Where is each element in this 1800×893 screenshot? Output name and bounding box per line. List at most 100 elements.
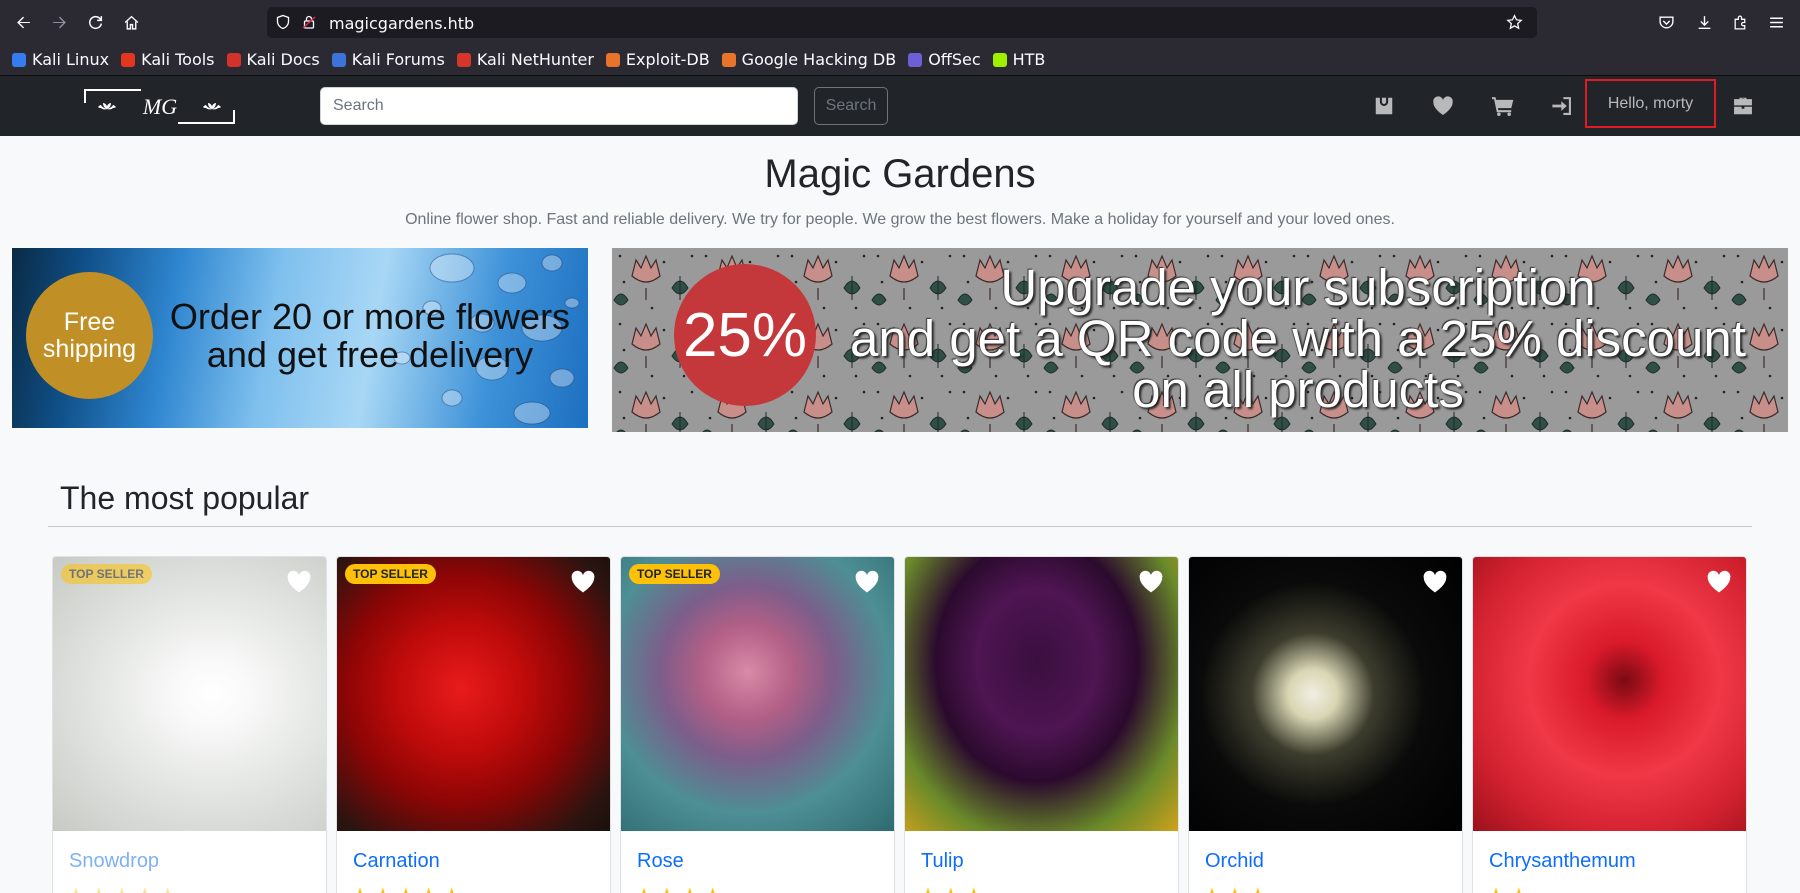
product-image[interactable] [1473, 557, 1746, 831]
back-icon[interactable] [9, 8, 37, 36]
sign-in-icon[interactable] [1550, 94, 1574, 118]
subscription-text-line1: Upgrade your subscription [1000, 259, 1596, 316]
heart-icon[interactable] [1138, 570, 1164, 594]
bag-icon[interactable] [1372, 94, 1396, 118]
bookmark-favicon-icon [331, 52, 346, 67]
product-card[interactable]: Orchid ★★★ [1188, 556, 1463, 893]
bookmark-item[interactable]: OffSec [908, 50, 981, 69]
pocket-icon[interactable] [1655, 11, 1677, 33]
rating-stars: ★★★★★ [351, 883, 466, 893]
page-subtitle: Online flower shop. Fast and reliable de… [405, 211, 1395, 228]
bookmark-label: Kali Forums [351, 50, 445, 69]
bookmark-item[interactable]: HTB [992, 50, 1046, 69]
bookmark-item[interactable]: Kali Linux [12, 50, 109, 69]
bookmark-item[interactable]: Kali Forums [331, 50, 445, 69]
site-navbar: MG Search Hello, morty [0, 76, 1800, 136]
bookmark-favicon-icon [721, 52, 736, 67]
bookmark-favicon-icon [908, 52, 923, 67]
bookmark-favicon-icon [12, 52, 26, 67]
rating-stars: ★★★★★ [67, 883, 182, 893]
search-input[interactable] [320, 87, 798, 125]
bookmark-favicon-icon [226, 52, 241, 67]
browser-toolbar: magicgardens.htb [0, 0, 1800, 44]
bookmark-favicon-icon [992, 52, 1007, 67]
bookmark-star-icon[interactable] [1506, 14, 1523, 31]
free-shipping-text-line2: and get free delivery [206, 333, 534, 375]
bookmark-favicon-icon [456, 52, 471, 67]
product-name[interactable]: Carnation [353, 850, 440, 873]
section-title-popular: The most popular [60, 480, 310, 516]
extensions-icon[interactable] [1729, 11, 1751, 33]
subscription-text-line2: and get a QR code with a 25% discount [850, 310, 1746, 367]
heart-icon[interactable] [1422, 570, 1448, 594]
bookmark-item[interactable]: Exploit-DB [605, 50, 710, 69]
bookmark-favicon-icon [121, 52, 136, 67]
product-image[interactable] [53, 557, 326, 831]
bookmark-item[interactable]: Google Hacking DB [721, 50, 897, 69]
menu-icon[interactable] [1765, 11, 1787, 33]
forward-icon[interactable] [45, 8, 73, 36]
lock-icon[interactable] [301, 14, 317, 30]
bookmark-label: OffSec [928, 50, 981, 69]
heart-icon[interactable] [1706, 570, 1732, 594]
free-shipping-text-line1: Order 20 or more flowers [169, 296, 571, 337]
heart-icon[interactable] [1431, 94, 1455, 118]
section-divider [48, 526, 1752, 527]
rating-stars: ★★★ [919, 883, 988, 893]
product-name[interactable]: Orchid [1205, 850, 1264, 873]
heart-icon[interactable] [854, 570, 880, 594]
downloads-icon[interactable] [1693, 11, 1715, 33]
bookmarks-bar: Kali Linux Kali Tools Kali Docs Kali Forums… [0, 44, 1800, 76]
bookmark-label: HTB [1012, 50, 1046, 69]
heart-icon[interactable] [570, 570, 596, 594]
product-card[interactable]: TOP SELLER Carnation ★★★★★ [336, 556, 611, 893]
heart-icon[interactable] [286, 570, 312, 594]
bookmark-favicon-icon [605, 52, 620, 67]
bookmark-label: Kali Docs [246, 50, 320, 69]
logo-text: MG [142, 94, 177, 119]
search-button[interactable]: Search [814, 87, 888, 125]
bookmark-label: Kali NetHunter [476, 50, 594, 69]
product-image[interactable] [1189, 557, 1462, 831]
bookmark-label: Kali Tools [141, 50, 215, 69]
rating-stars: ★★★ [1203, 883, 1272, 893]
product-name[interactable]: Rose [637, 850, 684, 873]
rating-stars: ★★ [1487, 883, 1533, 893]
bookmark-label: Exploit-DB [625, 50, 710, 69]
page-title: Magic Gardens [764, 152, 1036, 196]
shield-icon[interactable] [275, 14, 291, 30]
top-seller-badge: TOP SELLER [345, 564, 436, 584]
product-card[interactable]: TOP SELLER Rose ★★★★ [620, 556, 895, 893]
subscription-banner[interactable]: 25% Upgrade your subscription and get a … [612, 248, 1788, 432]
briefcase-icon[interactable] [1731, 94, 1755, 118]
address-bar[interactable]: magicgardens.htb [267, 7, 1537, 38]
free-shipping-line1: Free [63, 307, 116, 336]
free-shipping-banner[interactable]: Free shipping Order 20 or more flowers a… [12, 248, 588, 428]
product-name[interactable]: Tulip [921, 850, 964, 873]
home-icon[interactable] [117, 8, 145, 36]
top-seller-badge: TOP SELLER [61, 564, 152, 584]
product-image[interactable] [337, 557, 610, 831]
free-shipping-text: Order 20 or more flowers and get free de… [160, 298, 580, 374]
product-name[interactable]: Chrysanthemum [1489, 850, 1636, 873]
product-card[interactable]: TOP SELLER Snowdrop ★★★★★ [52, 556, 327, 893]
product-image[interactable] [621, 557, 894, 831]
product-name[interactable]: Snowdrop [69, 850, 159, 873]
bookmark-label: Google Hacking DB [741, 50, 897, 69]
user-greeting[interactable]: Hello, morty [1585, 79, 1716, 128]
url-text[interactable]: magicgardens.htb [329, 14, 474, 33]
free-shipping-badge: Free shipping [26, 272, 153, 399]
product-card[interactable]: Tulip ★★★ [904, 556, 1179, 893]
bookmark-item[interactable]: Kali Tools [121, 50, 215, 69]
cart-icon[interactable] [1491, 94, 1515, 118]
bookmark-item[interactable]: Kali Docs [226, 50, 320, 69]
discount-badge: 25% [674, 264, 816, 406]
subscription-text: Upgrade your subscription and get a QR c… [848, 262, 1748, 415]
magic-gardens-logo[interactable]: MG [84, 89, 235, 124]
subscription-text-line3: on all products [1132, 361, 1464, 418]
product-card[interactable]: Chrysanthemum ★★ [1472, 556, 1747, 893]
reload-icon[interactable] [81, 8, 109, 36]
rating-stars: ★★★★ [635, 883, 727, 893]
product-image[interactable] [905, 557, 1178, 831]
bookmark-item[interactable]: Kali NetHunter [456, 50, 594, 69]
